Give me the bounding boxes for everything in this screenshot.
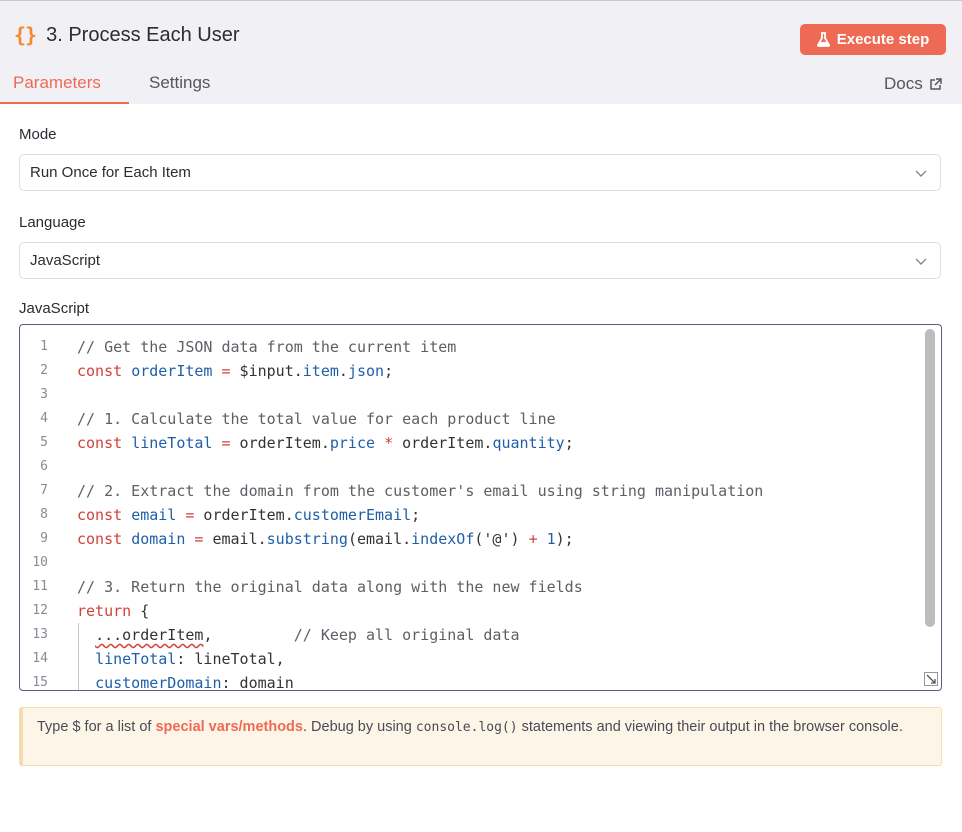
code-braces-icon: {}: [14, 23, 37, 47]
tab-parameters[interactable]: Parameters: [13, 73, 101, 93]
line-number: 5: [40, 435, 48, 450]
code-line[interactable]: // 3. Return the original data along wit…: [77, 575, 763, 599]
chevron-down-icon: [915, 258, 927, 265]
line-number: 3: [40, 387, 48, 402]
line-number: 2: [40, 363, 48, 378]
execute-step-button[interactable]: Execute step: [800, 24, 946, 55]
line-number: 14: [32, 651, 48, 666]
line-number: 15: [32, 675, 48, 690]
special-vars-link[interactable]: special vars/methods: [155, 719, 303, 735]
code-content[interactable]: // Get the JSON data from the current it…: [77, 335, 763, 690]
code-line[interactable]: [77, 383, 763, 407]
active-tab-indicator: [0, 102, 129, 104]
external-link-icon: [929, 77, 942, 90]
node-title-row: {} 3. Process Each User: [14, 23, 240, 47]
line-number: 6: [40, 459, 48, 474]
line-number: 11: [32, 579, 48, 594]
line-number: 7: [40, 483, 48, 498]
code-line[interactable]: // Get the JSON data from the current it…: [77, 335, 763, 359]
language-value: JavaScript: [30, 252, 101, 269]
line-number-gutter: 1 2 3 4 5 6 7 8 9 10 11 12 13 14 15: [20, 335, 54, 690]
mode-select[interactable]: Run Once for Each Item: [19, 154, 941, 191]
code-hint-notice: Type $ for a list of special vars/method…: [19, 707, 942, 766]
chevron-down-icon: [915, 170, 927, 177]
code-line[interactable]: // 1. Calculate the total value for each…: [77, 407, 763, 431]
code-line[interactable]: return {: [77, 599, 763, 623]
tab-settings[interactable]: Settings: [149, 73, 210, 93]
mode-label: Mode: [19, 126, 57, 143]
flask-icon: [816, 32, 830, 47]
code-line[interactable]: customerDomain: domain: [77, 671, 763, 690]
console-log-code: console.log(): [415, 720, 518, 735]
code-line[interactable]: ...orderItem, // Keep all original data: [77, 623, 763, 647]
line-number: 4: [40, 411, 48, 426]
code-line[interactable]: const email = orderItem.customerEmail;: [77, 503, 763, 527]
docs-link[interactable]: Docs: [884, 74, 942, 94]
code-line[interactable]: const lineTotal = orderItem.price * orde…: [77, 431, 763, 455]
line-number: 1: [40, 339, 48, 354]
code-line[interactable]: const orderItem = $input.item.json;: [77, 359, 763, 383]
notice-suffix: statements and viewing their output in t…: [517, 719, 903, 735]
code-line[interactable]: [77, 455, 763, 479]
execute-step-label: Execute step: [836, 31, 930, 48]
language-label: Language: [19, 214, 86, 231]
line-number: 12: [32, 603, 48, 618]
language-select[interactable]: JavaScript: [19, 242, 941, 279]
node-header: {} 3. Process Each User Execute step Par…: [0, 0, 962, 104]
code-line[interactable]: lineTotal: lineTotal,: [77, 647, 763, 671]
code-editor[interactable]: 1 2 3 4 5 6 7 8 9 10 11 12 13 14 15 // G…: [19, 324, 942, 691]
line-number: 9: [40, 531, 48, 546]
notice-prefix: Type $ for a list of: [37, 719, 156, 735]
resize-handle-icon[interactable]: [924, 672, 938, 686]
code-line[interactable]: const domain = email.substring(email.ind…: [77, 527, 763, 551]
docs-label: Docs: [884, 74, 923, 93]
code-line[interactable]: [77, 551, 763, 575]
notice-middle: . Debug by using: [302, 719, 416, 735]
node-title[interactable]: 3. Process Each User: [46, 24, 239, 47]
code-line[interactable]: // 2. Extract the domain from the custom…: [77, 479, 763, 503]
code-editor-label: JavaScript: [19, 300, 90, 317]
line-number: 8: [40, 507, 48, 522]
line-number: 10: [32, 555, 48, 570]
indent-guide: [78, 623, 79, 690]
line-number: 13: [32, 627, 48, 642]
editor-scrollbar-thumb[interactable]: [925, 329, 935, 627]
mode-value: Run Once for Each Item: [30, 164, 191, 181]
